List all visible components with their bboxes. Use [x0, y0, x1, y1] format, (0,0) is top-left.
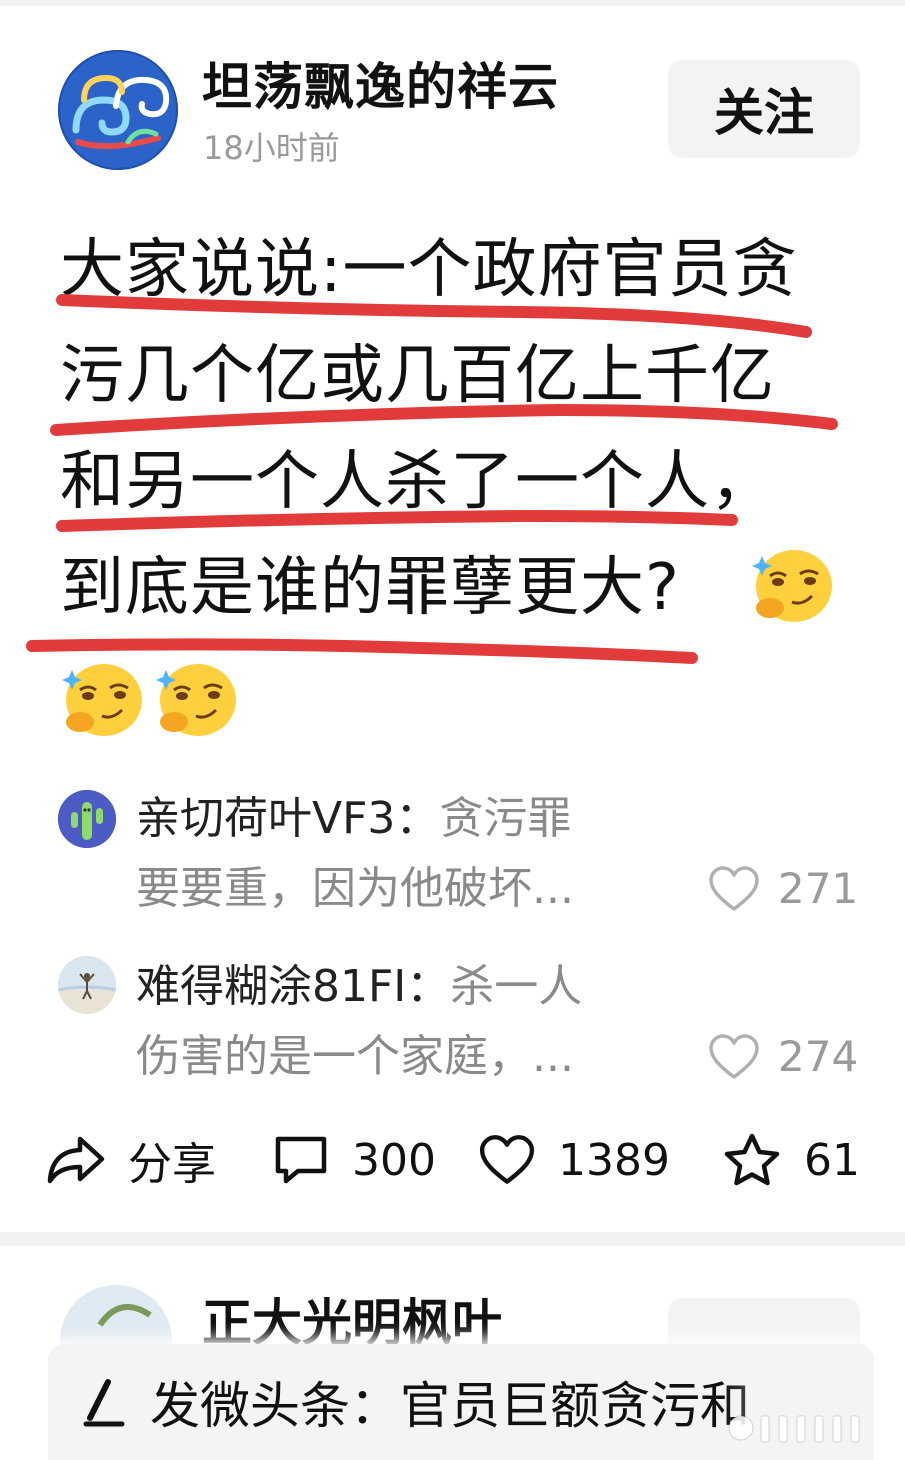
thinking-smirk-emoji	[752, 550, 832, 622]
comment-text: 伤害的是一个家庭，...	[136, 1031, 574, 1082]
post-text-line: 和另一个人杀了一个人，	[60, 445, 775, 519]
favorite-count: 61	[804, 1134, 860, 1186]
post-action-bar: 分享 300 1389 61	[0, 1120, 905, 1200]
like-count: 1389	[558, 1134, 670, 1186]
favorite-button[interactable]: 61	[722, 1120, 860, 1200]
comment-username[interactable]: 亲切荷叶VF3：	[136, 793, 439, 844]
comment-like-button[interactable]: 274	[708, 1032, 858, 1081]
star-icon	[724, 1133, 780, 1186]
red-underline	[26, 638, 698, 664]
composer-prompt-text: 发微头条：官员巨额贪污和	[150, 1377, 750, 1435]
post-content[interactable]: 大家说说:一个政府官员贪 污几个亿或几百亿上千亿 和另一个人杀了一个人， 到底是…	[0, 0, 905, 760]
comment-button[interactable]: 300	[272, 1120, 436, 1200]
comment-username[interactable]: 难得糊涂81FI：	[136, 961, 450, 1012]
share-label: 分享	[128, 1139, 216, 1190]
post-text-line: 到底是谁的罪孽更大?	[60, 551, 680, 625]
watermark-logo	[725, 1408, 875, 1457]
comment-bubble-icon	[275, 1136, 327, 1184]
comment-text: 贪污罪	[439, 793, 572, 844]
thinking-smirk-emoji	[156, 664, 236, 736]
heart-icon	[709, 1033, 759, 1079]
heart-icon	[709, 865, 759, 911]
heart-icon	[479, 1135, 535, 1184]
comment-like-count: 271	[778, 864, 859, 913]
comment-text: 要要重，因为他破坏...	[136, 863, 574, 914]
comment-text: 杀一人	[450, 961, 583, 1012]
pen-icon	[83, 1379, 125, 1427]
feed-page: 坦荡飘逸的祥云 18小时前 关注 大家说说:一个政府官员贪 污几个亿或几百亿上千…	[0, 0, 905, 1460]
comment[interactable]: 难得糊涂81FI：杀一人 伤害的是一个家庭，...	[136, 952, 656, 1092]
like-button[interactable]: 1389	[478, 1120, 670, 1200]
comment-like-count: 274	[778, 1032, 859, 1081]
post-text-line: 污几个亿或几百亿上千亿	[60, 339, 775, 413]
commenter-avatar[interactable]	[58, 790, 116, 848]
comment-like-button[interactable]: 271	[708, 864, 858, 913]
share-arrow-icon	[47, 1136, 105, 1184]
comment[interactable]: 亲切荷叶VF3：贪污罪 要要重，因为他破坏...	[136, 784, 656, 924]
commenter-avatar[interactable]	[58, 956, 116, 1014]
thinking-smirk-emoji	[62, 664, 142, 736]
post-divider	[0, 1232, 905, 1246]
post-text-line: 大家说说:一个政府官员贪	[60, 233, 798, 307]
comment-count: 300	[352, 1134, 436, 1186]
share-button[interactable]: 分享	[46, 1120, 216, 1200]
